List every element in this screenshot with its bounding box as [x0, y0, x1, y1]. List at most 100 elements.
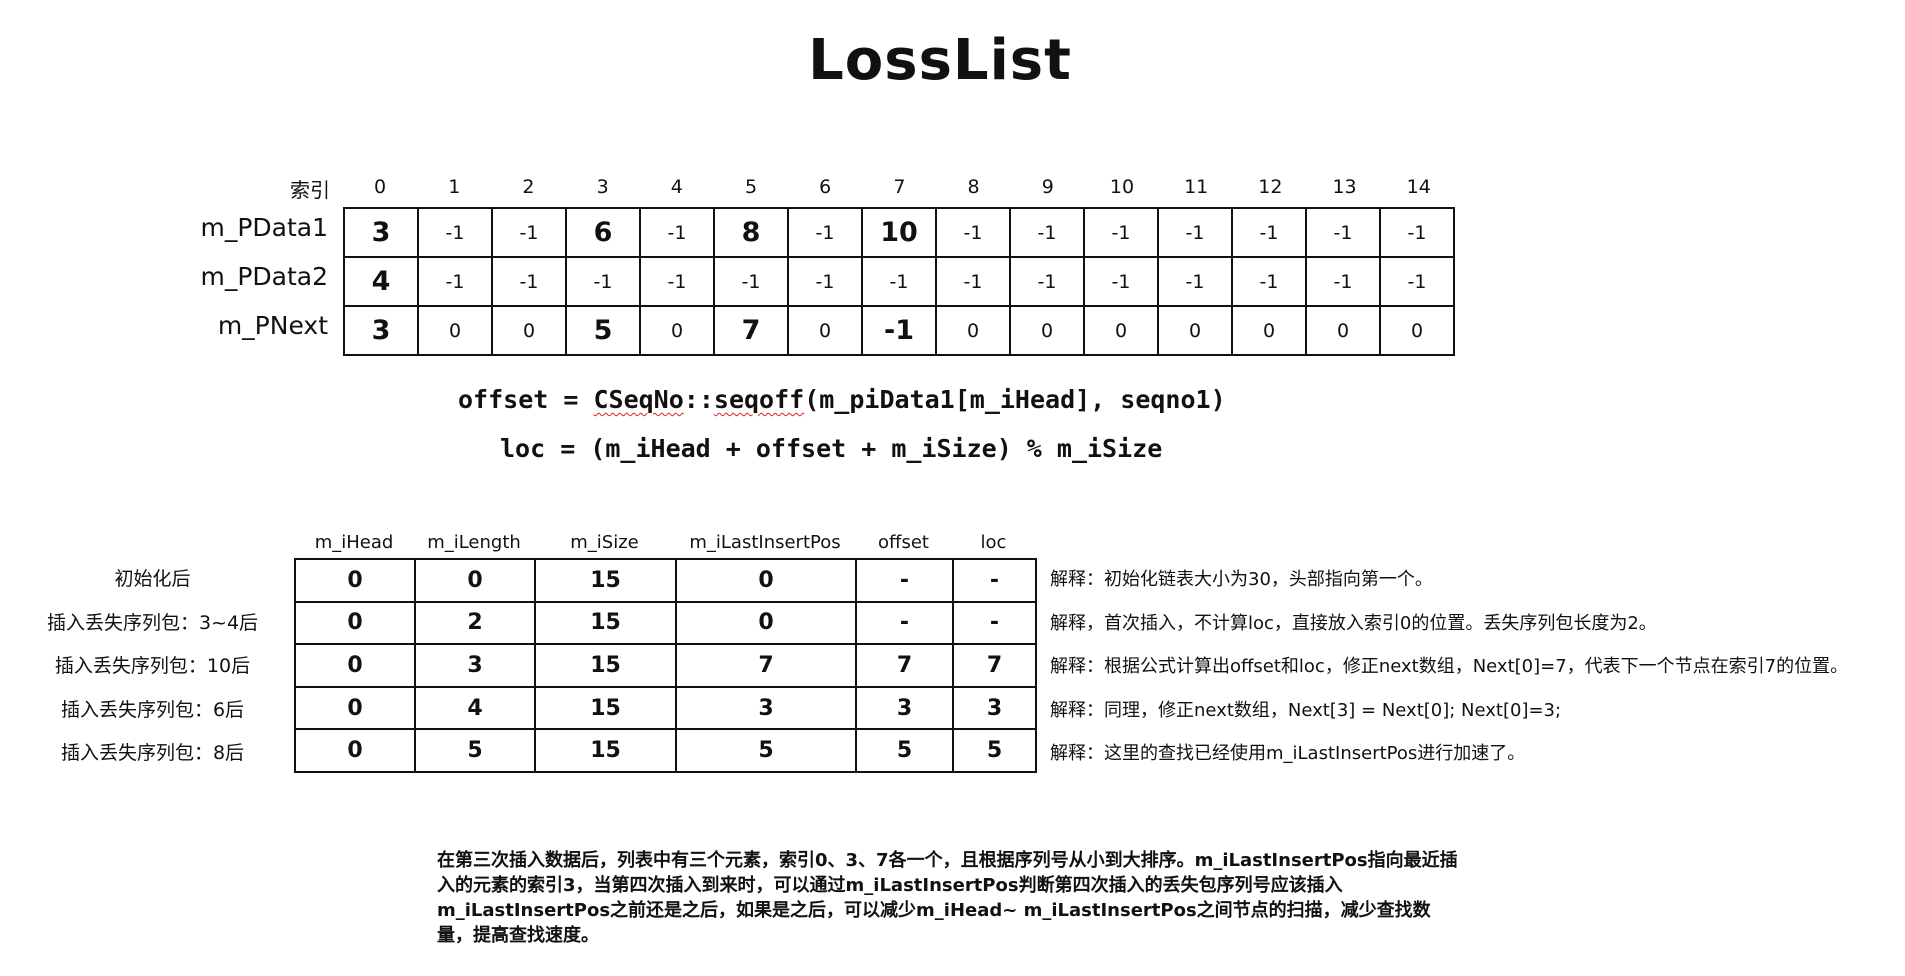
index-number: 4: [670, 176, 683, 198]
array-cell: 0: [787, 305, 863, 356]
array-row-label: m_PNext: [217, 311, 328, 340]
array-cell: -1: [417, 256, 493, 307]
state-cell: 5: [675, 728, 857, 773]
index-number: 2: [522, 176, 535, 198]
index-number: 11: [1184, 176, 1209, 198]
array-cell: -1: [639, 207, 715, 258]
state-cell: 15: [534, 600, 677, 646]
state-cell: 0: [294, 728, 416, 773]
array-cell: -1: [861, 256, 937, 307]
state-note: 解释，首次插入，不计算loc，直接放入索引0的位置。丢失序列包长度为2。: [1050, 612, 1657, 634]
array-cell: 0: [639, 305, 715, 356]
array-cell: -1: [1379, 207, 1455, 258]
state-column-header: m_iHead: [314, 532, 394, 553]
array-cell: 3: [343, 305, 419, 356]
state-cell: -: [855, 558, 954, 603]
state-column-header: m_iLastInsertPos: [689, 532, 841, 553]
state-row-label: 插入丢失序列包：8后: [60, 742, 245, 765]
array-cell: 3: [343, 207, 419, 258]
array-row-labels: m_PData1 m_PData2 m_PNext: [170, 207, 328, 354]
state-cell: 4: [414, 685, 536, 731]
index-number: 5: [744, 176, 758, 198]
array-cell: 0: [1379, 305, 1455, 356]
index-number: 0: [374, 176, 387, 198]
state-cell: 15: [534, 558, 677, 603]
array-cell: 8: [713, 207, 789, 258]
index-label: 索引: [290, 178, 330, 202]
array-cell: -1: [787, 207, 863, 258]
array-cell: -1: [491, 256, 567, 307]
array-cell: -1: [1083, 207, 1159, 258]
state-row-labels: 初始化后插入丢失序列包：3~4后 插入丢失序列包：10后 插入丢失序列包：6后 插入丢…: [20, 558, 285, 776]
array-cell: -1: [787, 256, 863, 307]
array-cell: -1: [1009, 256, 1085, 307]
state-cell: 7: [855, 643, 954, 688]
offset-prefix: offset =: [458, 385, 594, 414]
state-cell: 0: [675, 600, 857, 646]
offset-formula: offset = CSeqNo::seqoff(m_piData1[m_iHea…: [458, 385, 1226, 414]
state-row-label: 初始化后: [114, 568, 191, 590]
array-cell: 6: [565, 207, 641, 258]
array-cell: 4: [343, 256, 419, 307]
array-cell: 0: [1083, 305, 1159, 356]
index-number: 7: [893, 176, 906, 198]
index-number: 3: [596, 176, 609, 198]
array-cell: -1: [935, 207, 1011, 258]
array-cell: 10: [861, 207, 937, 258]
array-cell: 0: [491, 305, 567, 356]
state-row: 0 0 15 0- -: [294, 558, 1037, 603]
state-cell: 15: [534, 728, 677, 773]
state-cell: -: [952, 558, 1037, 603]
offset-class: CSeqNo: [593, 385, 684, 414]
array-cell: 0: [1009, 305, 1085, 356]
array-cell: -1: [1157, 256, 1233, 307]
array-cell: -1: [1231, 207, 1307, 258]
array-cell: -1: [1305, 256, 1381, 307]
state-table: 0 0 15 0- -0 2 15 0- -0 3 15 7 7 7 0 4 15 3 3 3 0 5 15 5 5 5: [294, 558, 1037, 773]
state-cell: 15: [534, 643, 677, 688]
state-cell: -: [855, 600, 954, 646]
array-cell: 0: [1305, 305, 1381, 356]
state-column-header: loc: [980, 532, 1007, 553]
state-note: 解释：根据公式计算出offset和loc，修正next数组，Next[0]=7，…: [1050, 656, 1849, 678]
index-number: 6: [819, 176, 832, 198]
loc-formula: loc = (m_iHead + offset + m_iSize) % m_i…: [500, 434, 1163, 463]
state-cell: 0: [294, 600, 416, 646]
array-cell: 0: [1231, 305, 1307, 356]
array-cell: -1: [1305, 207, 1381, 258]
array-cell: 0: [935, 305, 1011, 356]
index-header-row: 0 1 2 3 4 5 6 7 8 9 10 11 12 13 14: [343, 176, 1456, 200]
state-cell: 0: [294, 643, 416, 688]
array-cell: 0: [417, 305, 493, 356]
array-cell: 7: [713, 305, 789, 356]
state-row-label: 插入丢失序列包：6后: [60, 698, 245, 721]
state-cell: 7: [952, 643, 1037, 688]
array-cell: -1: [1009, 207, 1085, 258]
index-number: 12: [1258, 176, 1283, 198]
index-number: 10: [1109, 176, 1135, 198]
array-row: 3 -1 -1 6 -1 8 -1 10 -1 -1 -1 -1 -1 -1 -1: [343, 207, 1455, 258]
state-note: 解释：同理，修正next数组，Next[3] = Next[0]; Next[0…: [1050, 699, 1562, 721]
array-cell: -1: [1379, 256, 1455, 307]
array-cell: -1: [417, 207, 493, 258]
array-row: 3 0 0 5 0 7 0 -1 0 0 0 0 0 0 0: [343, 305, 1455, 356]
array-cell: -1: [491, 207, 567, 258]
state-cell: 5: [414, 728, 536, 773]
array-row-label: m_PData1: [200, 213, 328, 242]
state-notes: 解释：初始化链表大小为30，头部指向第一个。解释，首次插入，不计算loc，直接放…: [1050, 558, 1848, 776]
array-table: 3 -1 -1 6 -1 8 -1 10 -1 -1 -1 -1 -1 -1 -1 4 -1 -1 -1 -1 -1 -1…: [343, 207, 1455, 356]
state-cell: 3: [675, 685, 857, 731]
state-row-label: 插入丢失序列包：10后: [54, 655, 251, 678]
array-cell: -1: [1083, 256, 1159, 307]
array-row: 4 -1 -1 -1 -1 -1 -1 -1 -1 -1 -1 -1 -1 -1 -1: [343, 256, 1455, 307]
state-note: 解释：这里的查找已经使用m_iLastInsertPos进行加速了。: [1050, 743, 1526, 765]
state-note: 解释：初始化链表大小为30，头部指向第一个。: [1050, 569, 1433, 590]
array-cell: -1: [861, 305, 937, 356]
state-row-label: 插入丢失序列包：3~4后: [46, 611, 259, 634]
array-cell: -1: [639, 256, 715, 307]
array-cell: 0: [1157, 305, 1233, 356]
array-cell: -1: [1157, 207, 1233, 258]
state-cell: 0: [414, 558, 536, 603]
state-row: 0 4 15 3 3 3: [294, 685, 1037, 731]
state-cell: 0: [294, 685, 416, 731]
